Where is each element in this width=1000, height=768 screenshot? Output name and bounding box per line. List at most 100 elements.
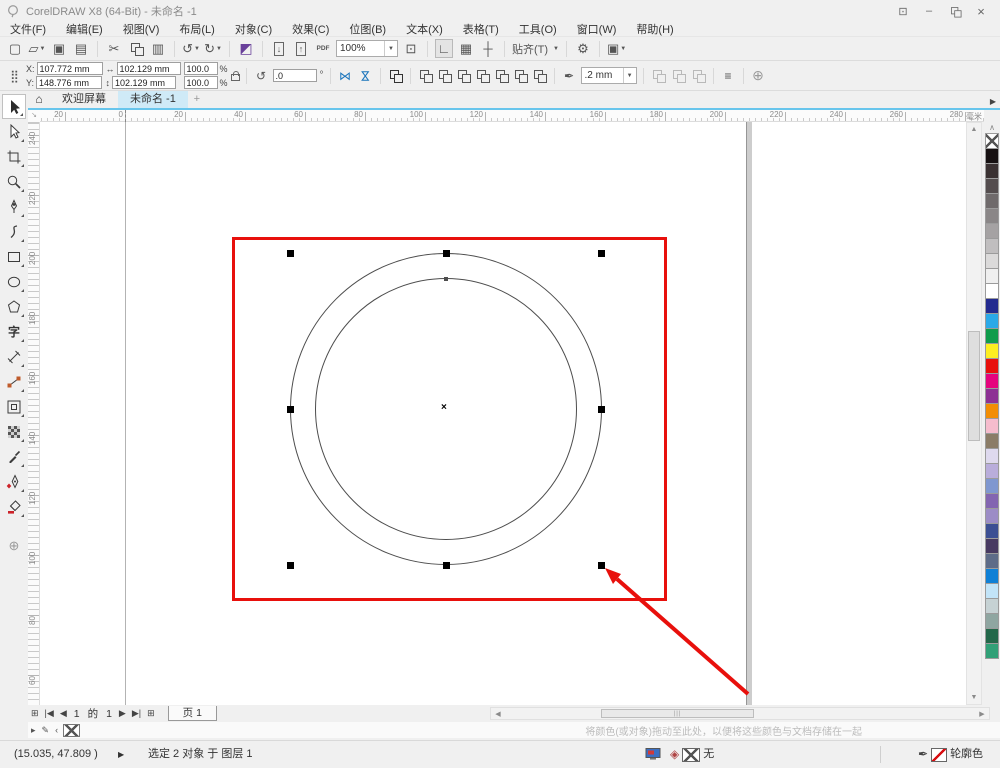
publish-pdf-icon[interactable]: PDF [314,39,332,58]
text-tool[interactable]: 字 [2,319,26,344]
menu-item-8[interactable]: 表格(T) [453,21,509,37]
export-icon[interactable]: ↑ [292,39,310,58]
freehand-tool[interactable] [2,194,26,219]
last-page-icon[interactable]: ▶| [129,708,144,719]
simplify-button[interactable] [474,67,491,85]
color-swatch-21[interactable] [985,448,999,464]
horizontal-scrollbar[interactable]: ◀ ||| ▶ [490,707,990,720]
color-swatch-4[interactable] [985,193,999,209]
color-eyedropper-tool[interactable] [2,444,26,469]
front-minus-back-button[interactable] [493,67,510,85]
x-position-input[interactable] [36,62,103,75]
tab-welcome-screen[interactable]: 欢迎屏幕 [50,91,118,108]
color-swatch-17[interactable] [985,388,999,404]
color-swatch-1[interactable] [985,148,999,164]
account-icon[interactable]: ⊡ [890,5,916,18]
undo-dropdown-icon[interactable]: ▼ [194,46,200,52]
ellipse-tool[interactable] [2,269,26,294]
color-swatch-23[interactable] [985,478,999,494]
color-swatch-34[interactable] [985,643,999,659]
zoom-dropdown-icon[interactable]: ▼ [384,41,394,56]
back-minus-front-button[interactable] [512,67,529,85]
redo-dropdown-icon[interactable]: ▼ [216,46,222,52]
drop-shadow-tool[interactable] [2,394,26,419]
menu-item-2[interactable]: 视图(V) [113,21,170,37]
copy-icon[interactable] [127,39,145,58]
menu-item-5[interactable]: 效果(C) [282,21,339,37]
new-document-tab-button[interactable]: + [188,91,206,108]
color-swatch-18[interactable] [985,403,999,419]
outline-pen-tool[interactable] [2,469,26,494]
menu-item-1[interactable]: 编辑(E) [56,21,113,37]
color-swatch-14[interactable] [985,343,999,359]
vertical-ruler[interactable]: 240 220 200 180 160 140 120 100 80 60 [28,122,40,705]
width-input[interactable] [116,62,181,75]
next-page-icon[interactable]: ▶ [116,708,129,719]
artistic-media-tool[interactable] [2,219,26,244]
lock-ratio-icon[interactable] [230,71,240,81]
snap-to-button[interactable]: 贴齐(T) ▼ [512,39,559,58]
mirror-horizontal-icon[interactable]: ⋈ [337,67,354,85]
scroll-up-icon[interactable]: ▲ [967,123,981,136]
fill-color-status[interactable]: ◈ 无 [670,741,714,768]
tab-scroll-right-icon[interactable]: ▶ [990,97,996,106]
pick-tool[interactable] [2,94,26,119]
menu-item-4[interactable]: 对象(C) [225,21,282,37]
polygon-tool[interactable] [2,294,26,319]
color-swatch-16[interactable] [985,373,999,389]
selection-handle[interactable] [598,250,605,257]
ruler-origin-button[interactable]: ↘ [28,110,40,122]
palette-eyedropper-icon[interactable]: ✎ [39,725,53,736]
import-icon[interactable]: ↓ [270,39,288,58]
parallel-dimension-tool[interactable] [2,344,26,369]
paste-icon[interactable]: ▥ [149,39,167,58]
color-swatch-3[interactable] [985,178,999,194]
scale-y-input[interactable] [183,76,218,89]
status-flyout-icon[interactable]: ▶ [118,741,124,768]
fullscreen-preview-icon[interactable]: ⊡ [402,39,420,58]
horizontal-ruler[interactable]: 毫米 20 0 20 40 60 80 100 120 140 160 180 200 220 240 26… [40,110,984,122]
color-swatch-28[interactable] [985,553,999,569]
trim-button[interactable] [436,67,453,85]
color-swatch-27[interactable] [985,538,999,554]
selection-handle[interactable] [598,406,605,413]
launcher-dropdown-icon[interactable]: ▼ [620,46,626,52]
minimize-button[interactable]: – [916,5,942,17]
selection-handle[interactable] [443,562,450,569]
circle-node[interactable] [444,277,448,281]
open-icon[interactable]: ▱ ▼ [28,39,46,58]
outline-width-dropdown-icon[interactable]: ▼ [622,68,633,83]
selection-handle[interactable] [287,406,294,413]
show-rulers-icon[interactable]: ∟ [435,39,453,58]
color-swatch-7[interactable] [985,238,999,254]
menu-item-6[interactable]: 位图(B) [339,21,396,37]
vertical-scroll-thumb[interactable] [968,331,980,441]
color-swatch-25[interactable] [985,508,999,524]
color-swatch-15[interactable] [985,358,999,374]
show-guidelines-icon[interactable]: ┼ [479,39,497,58]
menu-item-10[interactable]: 窗口(W) [567,21,627,37]
color-swatch-24[interactable] [985,493,999,509]
palette-flyout-icon[interactable]: ▸ [28,725,39,736]
document-no-color-swatch[interactable] [63,723,81,737]
mirror-vertical-icon[interactable]: ⋈ [356,67,374,84]
restore-button[interactable] [942,5,968,18]
outline-width-combobox[interactable]: .2 mm ▼ [580,67,637,84]
color-swatch-30[interactable] [985,583,999,599]
text-wrap-icon[interactable]: ≡ [720,67,737,85]
application-launcher-icon[interactable]: ▣ ▼ [607,39,626,58]
redo-icon[interactable]: ↻ ▼ [204,39,222,58]
add-page-icon[interactable]: ⊞ [144,708,158,719]
scale-x-input[interactable] [183,62,218,75]
first-page-icon[interactable]: |◀ [42,708,57,719]
color-swatch-10[interactable] [985,283,999,299]
save-icon[interactable]: ▣ [50,39,68,58]
menu-item-0[interactable]: 文件(F) [0,21,56,37]
add-preset-icon[interactable]: ⊕ [750,67,767,85]
create-boundary-button[interactable] [531,67,548,85]
page-1-tab[interactable]: 页 1 [167,706,217,721]
show-grid-icon[interactable]: ▦ [457,39,475,58]
previous-page-icon[interactable]: ◀ [57,708,70,719]
print-icon[interactable]: ▤ [72,39,90,58]
color-swatch-2[interactable] [985,163,999,179]
